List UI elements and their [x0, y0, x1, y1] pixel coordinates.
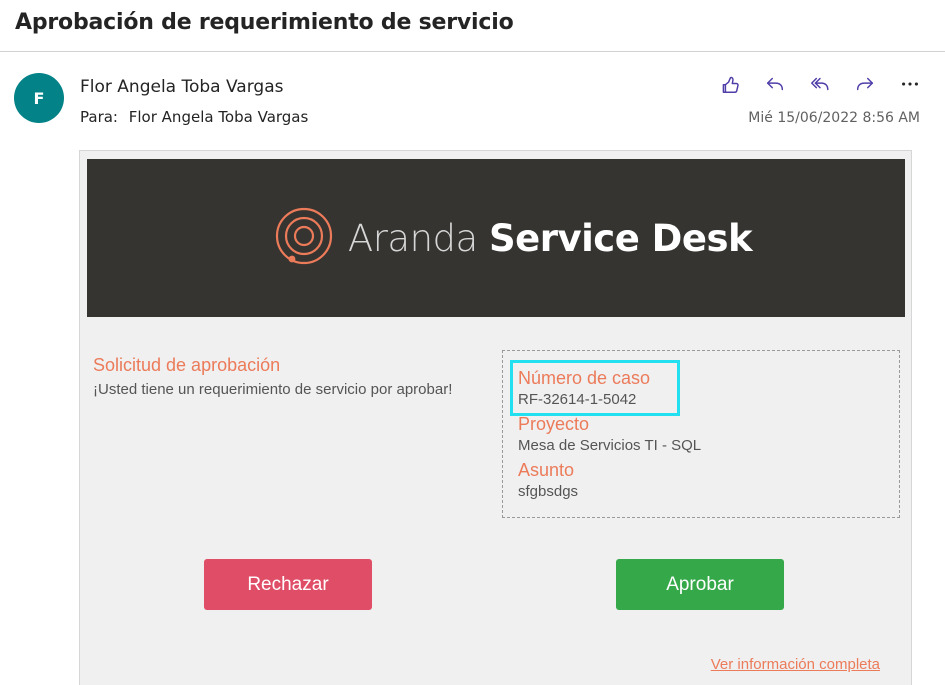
more-actions-button[interactable]: [895, 70, 925, 98]
case-number-label: Número de caso: [518, 368, 651, 388]
case-number-value: RF-32614-1-5042: [518, 391, 637, 408]
like-button[interactable]: [715, 70, 745, 98]
sent-date: Mié 15/06/2022 8:56 AM: [748, 110, 920, 126]
case-details-box: Número de caso RF-32614-1-5042 Proyecto …: [502, 350, 900, 518]
forward-icon: [856, 77, 874, 91]
recipient-line: Para: Flor Angela Toba Vargas: [80, 108, 308, 126]
message-actions: [715, 70, 925, 98]
email-subject: Aprobación de requerimiento de servicio: [15, 10, 514, 35]
like-icon: [722, 76, 739, 93]
sender-name[interactable]: Flor Angela Toba Vargas: [80, 77, 284, 97]
reply-button[interactable]: [760, 70, 790, 98]
to-label: Para:: [80, 108, 118, 126]
reply-icon: [766, 77, 784, 91]
header-divider: [0, 51, 945, 52]
subject-label: Asunto: [518, 460, 575, 480]
reply-all-button[interactable]: [805, 70, 835, 98]
aranda-logo-icon: [275, 207, 332, 265]
request-text: ¡Usted tiene un requerimiento de servici…: [93, 381, 453, 398]
brand-name-bold: Service Desk: [488, 216, 753, 260]
sender-avatar[interactable]: F: [14, 73, 64, 123]
brand-banner: Aranda Service Desk: [87, 159, 905, 317]
brand-name: Aranda Service Desk: [347, 216, 753, 260]
approve-button[interactable]: Aprobar: [616, 559, 784, 610]
project-value: Mesa de Servicios TI - SQL: [518, 437, 702, 454]
subject-value: sfgbsdgs: [518, 483, 579, 500]
reply-all-icon: [811, 77, 829, 91]
more-info-link[interactable]: Ver información completa: [711, 656, 880, 673]
recipient-name[interactable]: Flor Angela Toba Vargas: [129, 108, 309, 126]
brand-logo: Aranda Service Desk: [270, 206, 753, 270]
brand-name-light: Aranda: [347, 216, 489, 260]
email-body: Aranda Service Desk Solicitud de aprobac…: [79, 150, 912, 685]
forward-button[interactable]: [850, 70, 880, 98]
project-label: Proyecto: [518, 414, 590, 434]
more-icon: [902, 82, 918, 86]
request-title: Solicitud de aprobación: [93, 355, 281, 375]
reject-button[interactable]: Rechazar: [204, 559, 372, 610]
